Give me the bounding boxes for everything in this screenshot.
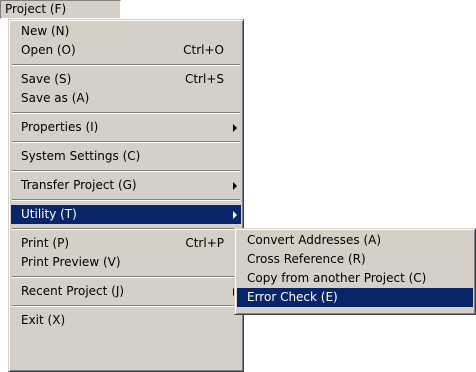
menu-item-save-as[interactable]: Save as (A)	[11, 89, 241, 108]
submenu-item-copy-from-project[interactable]: Copy from another Project (C)	[237, 269, 473, 288]
menu-separator	[12, 64, 240, 66]
menu-item-save[interactable]: Save (S) Ctrl+S	[11, 70, 241, 89]
menu-separator	[12, 141, 240, 143]
menu-item-new[interactable]: New (N)	[11, 22, 241, 41]
submenu-item-error-check[interactable]: Error Check (E)	[237, 288, 473, 307]
menu-item-exit[interactable]: Exit (X)	[11, 311, 241, 330]
menu-item-recent-project-label: Recent Project (J)	[21, 284, 125, 298]
screen: Project (F) New (N) Open (O) Ctrl+O Save …	[0, 0, 476, 372]
submenu-item-error-check-label: Error Check (E)	[247, 290, 338, 304]
menu-item-print[interactable]: Print (P) Ctrl+P	[11, 234, 241, 253]
menu-title-project[interactable]: Project (F)	[0, 0, 121, 19]
utility-submenu: Convert Addresses (A) Cross Reference (R…	[234, 228, 476, 315]
submenu-arrow-icon	[233, 211, 237, 219]
menu-item-transfer-project[interactable]: Transfer Project (G)	[11, 176, 241, 195]
menu-item-new-label: New (N)	[21, 24, 70, 38]
menu-separator	[12, 199, 240, 201]
menu-item-utility-label: Utility (T)	[21, 207, 77, 221]
menu-item-print-preview-label: Print Preview (V)	[21, 255, 121, 269]
menu-item-utility[interactable]: Utility (T)	[11, 205, 241, 224]
menu-item-open-label: Open (O)	[21, 43, 76, 57]
menu-item-save-label: Save (S)	[21, 72, 72, 86]
menu-item-exit-label: Exit (X)	[21, 313, 66, 327]
submenu-arrow-icon	[233, 182, 237, 190]
submenu-item-copy-from-project-label: Copy from another Project (C)	[247, 271, 427, 285]
submenu-item-cross-reference-label: Cross Reference (R)	[247, 252, 366, 266]
menu-separator	[12, 305, 240, 307]
menu-separator	[12, 276, 240, 278]
shortcut-print: Ctrl+P	[185, 236, 224, 250]
project-menu: New (N) Open (O) Ctrl+O Save (S) Ctrl+S Sa…	[8, 19, 244, 372]
menu-separator	[12, 228, 240, 230]
submenu-item-convert-addresses-label: Convert Addresses (A)	[247, 233, 382, 247]
menu-separator	[12, 170, 240, 172]
menu-item-transfer-project-label: Transfer Project (G)	[21, 178, 137, 192]
menu-item-recent-project[interactable]: Recent Project (J)	[11, 282, 241, 301]
menu-item-open[interactable]: Open (O) Ctrl+O	[11, 41, 241, 60]
menu-item-print-label: Print (P)	[21, 236, 70, 250]
menu-separator	[12, 112, 240, 114]
menu-item-system-settings[interactable]: System Settings (C)	[11, 147, 241, 166]
menu-item-properties[interactable]: Properties (I)	[11, 118, 241, 137]
menu-item-save-as-label: Save as (A)	[21, 91, 90, 105]
menu-item-properties-label: Properties (I)	[21, 120, 99, 134]
shortcut-save: Ctrl+S	[184, 72, 224, 86]
menu-item-print-preview[interactable]: Print Preview (V)	[11, 253, 241, 272]
shortcut-open: Ctrl+O	[183, 43, 224, 57]
submenu-arrow-icon	[233, 124, 237, 132]
submenu-item-convert-addresses[interactable]: Convert Addresses (A)	[237, 231, 473, 250]
menu-item-system-settings-label: System Settings (C)	[21, 149, 141, 163]
submenu-item-cross-reference[interactable]: Cross Reference (R)	[237, 250, 473, 269]
